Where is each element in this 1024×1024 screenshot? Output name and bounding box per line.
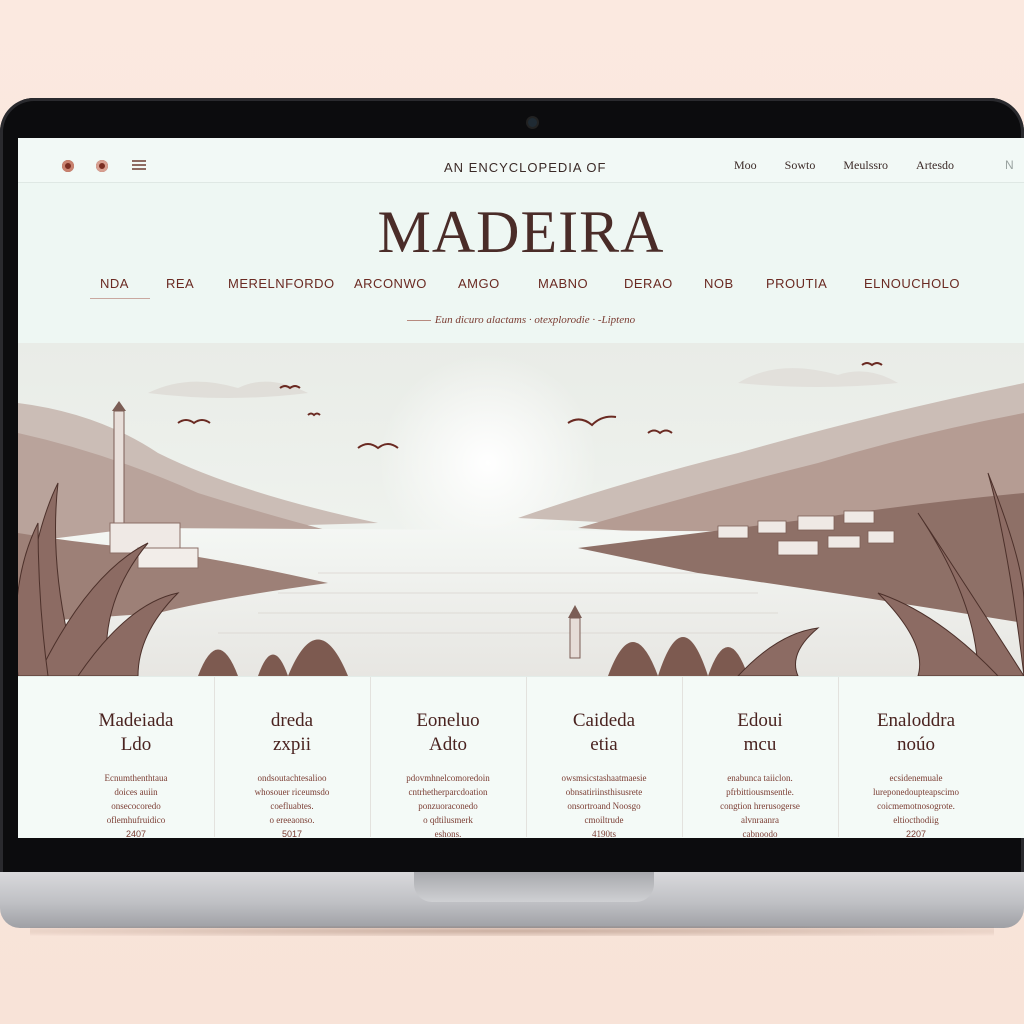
topic-card[interactable]: Caideda etia owsmsicstashaatmaesie obnsa… [526,677,683,838]
main-nav-item[interactable]: NOB [704,276,734,291]
webcam-icon [528,118,537,127]
nav-active-underline [90,298,150,299]
topic-card[interactable]: Edoui mcu enabunca taiiclon. pfrbittious… [682,677,839,838]
site-subtitle: AN ENCYCLOPEDIA OF [444,160,607,175]
card-footnote: 2207 [905,829,927,838]
laptop-hinge-notch [414,872,654,902]
card-body: owsmsicstashaatmaesie obnsatiriinsthisus… [561,773,647,838]
card-title: Madeiada Ldo [98,710,174,755]
card-title: dreda zxpii [270,710,314,755]
topic-cards: Madeiada Ldo Ecnumthenthtaua doices auii… [18,676,1024,838]
main-nav-item[interactable]: PROUTIA [766,276,827,291]
card-footnote: 5017 [281,829,303,838]
top-nav-item[interactable]: Sowto [785,158,816,173]
topic-card[interactable]: Madeiada Ldo Ecnumthenthtaua doices auii… [58,677,215,838]
main-nav-item[interactable]: AMGO [458,276,500,291]
card-title: Enaloddra noúo [876,710,956,755]
card-body: pdovmhnelcomoredoin cntrhetherparcdoatio… [406,773,490,838]
card-title: Edoui mcu [737,710,783,755]
main-nav-item[interactable]: ARCONWO [354,276,427,291]
laptop-shadow [30,926,994,936]
menu-icon[interactable] [132,160,146,170]
main-nav-item[interactable]: DERAO [624,276,673,291]
card-body: ondsoutachtesalioo whosouer riceumsdo co… [254,773,330,825]
card-footnote: 2407 [125,829,147,838]
card-body: Ecnumthenthtaua doices auiin onsecocored… [104,773,168,825]
topic-card[interactable]: dreda zxpii ondsoutachtesalioo whosouer … [214,677,371,838]
top-nav-item[interactable]: Artesdo [916,158,954,173]
card-body: enabunca taiiclon. pfrbittiousmsentle. c… [720,773,800,838]
site-title: MADEIRA [377,199,665,265]
topic-card[interactable]: Eoneluo Adto pdovmhnelcomoredoin cntrhet… [370,677,527,838]
top-nav: Moo Sowto Meulssro Artesdo [734,158,982,173]
top-nav-extra[interactable]: N [1005,158,1014,172]
card-title: Eoneluo Adto [416,710,480,755]
madeira-coast-illustration [18,343,1024,676]
browser-header: AN ENCYCLOPEDIA OF Moo Sowto Meulssro Ar… [18,138,1024,183]
tagline: Eun dicuro alactams · otexplorodie · -Li… [18,314,1024,326]
topic-card[interactable]: Enaloddra noúo ecsidenemuale lureponedou… [838,677,994,838]
card-body: ecsidenemuale lureponedoupteapscimo coic… [873,773,959,825]
tagline-divider [406,319,431,321]
browser-screen: AN ENCYCLOPEDIA OF Moo Sowto Meulssro Ar… [18,138,1024,838]
window-control-minimize[interactable] [96,160,108,172]
top-nav-item[interactable]: Moo [734,158,757,173]
main-nav-item[interactable]: MABNO [538,276,588,291]
tagline-text: Eun dicuro alactams · otexplorodie · -Li… [434,314,636,326]
window-control-close[interactable] [62,160,74,172]
main-nav-item[interactable]: MERELNFORDO [228,276,335,291]
top-nav-item[interactable]: Meulssro [843,158,888,173]
main-nav-item[interactable]: ELNOUCHOLO [864,276,960,291]
card-title: Caideda etia [572,710,636,755]
main-nav-item[interactable]: NDA [100,276,129,291]
main-nav-item[interactable]: REA [166,276,194,291]
